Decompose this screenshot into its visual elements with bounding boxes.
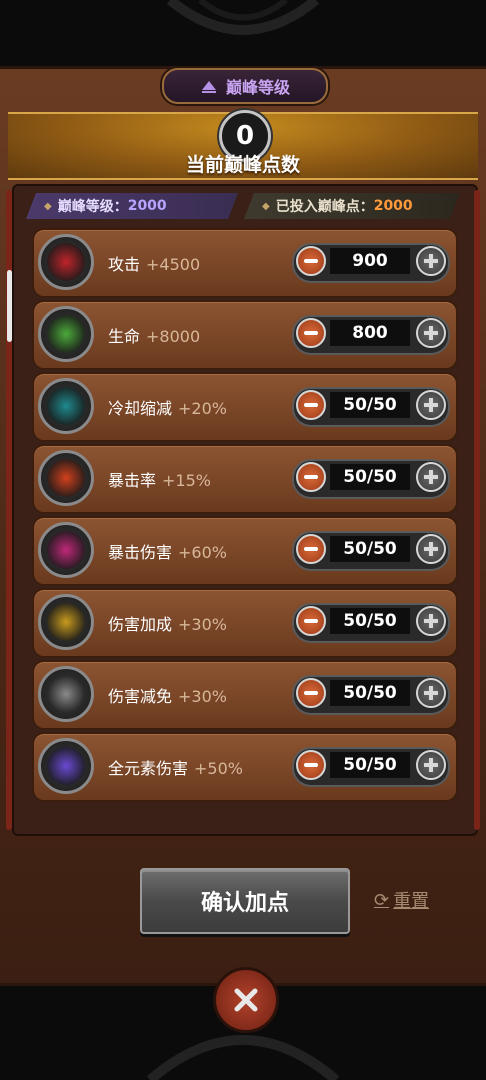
shield-icon — [38, 666, 94, 722]
stat-name: 伤害加成 +30% — [108, 615, 227, 634]
heart-cross-icon — [38, 306, 94, 362]
stat-bonus: +15% — [162, 471, 211, 490]
close-button[interactable] — [213, 967, 279, 1033]
title-tab: 巅峰等级 — [162, 68, 328, 104]
stat-name: 暴击伤害 +60% — [108, 543, 227, 562]
minus-icon — [304, 619, 318, 623]
stat-bonus: +30% — [178, 687, 227, 706]
increase-button[interactable] — [416, 462, 446, 492]
peak-level-value: 2000 — [127, 198, 167, 214]
flame-claw-icon — [38, 450, 94, 506]
stat-row: 全元素伤害 +50% 50/50 — [32, 732, 458, 802]
stat-value: 50/50 — [330, 464, 410, 490]
stat-bonus: +4500 — [146, 255, 201, 274]
increase-button[interactable] — [416, 390, 446, 420]
page-title: 巅峰等级 — [225, 78, 290, 97]
refresh-icon: ⟳ — [374, 889, 390, 911]
stat-row: 伤害加成 +30% 50/50 — [32, 588, 458, 658]
target-icon — [38, 234, 94, 290]
sword-cooldown-icon — [38, 378, 94, 434]
increase-button[interactable] — [416, 678, 446, 708]
minus-icon — [304, 331, 318, 335]
confirm-button[interactable]: 确认加点 — [140, 868, 350, 934]
minus-icon — [304, 475, 318, 479]
decrease-button[interactable] — [296, 606, 326, 636]
stat-bonus: +60% — [178, 543, 227, 562]
points-label: 当前巅峰点数 — [185, 154, 300, 176]
stat-name: 全元素伤害 +50% — [108, 759, 243, 778]
stat-stepper: 50/50 — [292, 459, 450, 499]
stat-value: 800 — [330, 320, 410, 346]
diamond-icon: ◆ — [262, 200, 270, 212]
arrows-burst-icon — [38, 522, 94, 578]
stat-value: 50/50 — [330, 392, 410, 418]
stat-row: 生命 +8000 800 — [32, 300, 458, 370]
increase-button[interactable] — [416, 606, 446, 636]
peak-icon — [201, 81, 216, 93]
increase-button[interactable] — [416, 246, 446, 276]
increase-button[interactable] — [416, 534, 446, 564]
spent-points-info: ◆ 已投入巅峰点： 2000 — [244, 193, 460, 219]
stat-row: 冷却缩减 +20% 50/50 — [32, 372, 458, 442]
minus-icon — [304, 763, 318, 767]
spent-points-value: 2000 — [373, 198, 413, 214]
stat-value: 50/50 — [330, 752, 410, 778]
decrease-button[interactable] — [296, 750, 326, 780]
decrease-button[interactable] — [296, 534, 326, 564]
stat-stepper: 50/50 — [292, 675, 450, 715]
stat-stepper: 50/50 — [292, 531, 450, 571]
stat-row: 伤害减免 +30% 50/50 — [32, 660, 458, 730]
stat-stepper: 50/50 — [292, 603, 450, 643]
stat-row: 暴击率 +15% 50/50 — [32, 444, 458, 514]
decrease-button[interactable] — [296, 390, 326, 420]
spent-points-label: 已投入巅峰点： — [275, 199, 374, 215]
stat-row: 攻击 +4500 900 — [32, 228, 458, 298]
stat-value: 900 — [330, 248, 410, 274]
reset-label: 重置 — [393, 891, 430, 912]
stat-stepper: 900 — [292, 243, 450, 283]
decrease-button[interactable] — [296, 678, 326, 708]
minus-icon — [304, 691, 318, 695]
stat-stepper: 800 — [292, 315, 450, 355]
increase-button[interactable] — [416, 750, 446, 780]
stat-name: 生命 +8000 — [108, 327, 201, 346]
stat-stepper: 50/50 — [292, 747, 450, 787]
decrease-button[interactable] — [296, 462, 326, 492]
stat-value: 50/50 — [330, 608, 410, 634]
diamond-icon: ◆ — [44, 200, 52, 212]
peak-level-info: ◆ 巅峰等级： 2000 — [26, 193, 238, 219]
decrease-button[interactable] — [296, 318, 326, 348]
stat-stepper: 50/50 — [292, 387, 450, 427]
peak-level-label: 巅峰等级： — [57, 199, 128, 215]
stat-name: 攻击 +4500 — [108, 255, 201, 274]
decrease-button[interactable] — [296, 246, 326, 276]
stat-bonus: +8000 — [146, 327, 201, 346]
minus-icon — [304, 547, 318, 551]
minus-icon — [304, 259, 318, 263]
scrollbar-thumb[interactable] — [7, 270, 12, 342]
stat-value: 50/50 — [330, 680, 410, 706]
stat-name: 伤害减免 +30% — [108, 687, 227, 706]
right-rail — [474, 190, 480, 830]
stat-bonus: +30% — [178, 615, 227, 634]
stat-name: 暴击率 +15% — [108, 471, 211, 490]
reset-button[interactable]: ⟳ 重置 — [374, 888, 430, 913]
stat-row: 暴击伤害 +60% 50/50 — [32, 516, 458, 586]
close-icon — [234, 988, 258, 1012]
stat-name: 冷却缩减 +20% — [108, 399, 227, 418]
stat-bonus: +20% — [178, 399, 227, 418]
triple-orb-icon — [38, 738, 94, 794]
stat-value: 50/50 — [330, 536, 410, 562]
increase-button[interactable] — [416, 318, 446, 348]
stat-bonus: +50% — [194, 759, 243, 778]
minus-icon — [304, 403, 318, 407]
lightning-icon — [38, 594, 94, 650]
